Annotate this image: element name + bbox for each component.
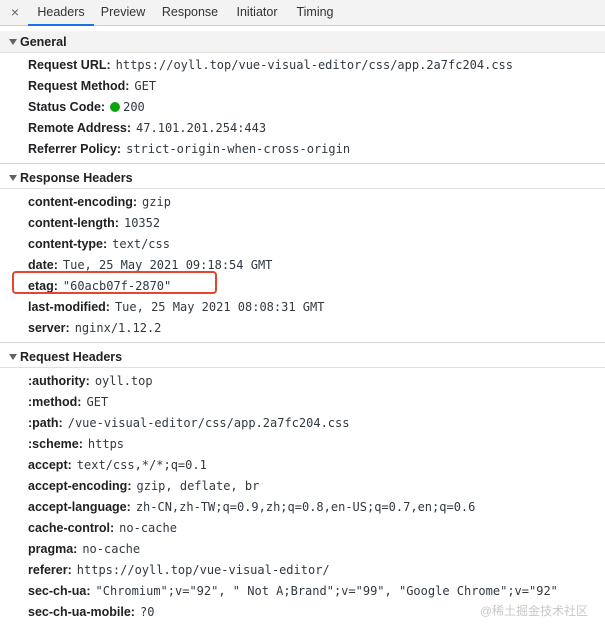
devtools-tab-bar: × Headers Preview Response Initiator Tim…: [0, 0, 605, 26]
response-header-row: content-encoding: gzip: [28, 193, 171, 211]
remote-address-row: Remote Address: 47.101.201.254:443: [28, 119, 266, 137]
header-value: Tue, 25 May 2021 08:08:31 GMT: [114, 300, 325, 314]
request-header-row: :authority: oyll.top: [28, 372, 153, 390]
header-key: :method:: [28, 395, 82, 409]
header-value: text/css,*/*;q=0.1: [76, 458, 207, 472]
header-value: nginx/1.12.2: [74, 321, 162, 335]
header-key: Referrer Policy:: [28, 142, 122, 156]
close-icon[interactable]: ×: [8, 3, 22, 21]
header-key: content-encoding:: [28, 195, 138, 209]
general-section-title: General: [20, 35, 67, 49]
request-header-row: :scheme: https: [28, 435, 124, 453]
header-value: GET: [134, 79, 157, 93]
header-value: ?0: [139, 605, 155, 619]
header-value: no-cache: [82, 542, 141, 556]
response-headers-section-header[interactable]: Response Headers: [0, 167, 605, 189]
collapse-triangle-icon: [9, 354, 17, 360]
header-value: gzip: [142, 195, 171, 209]
request-header-row: accept: text/css,*/*;q=0.1: [28, 456, 207, 474]
header-value: zh-CN,zh-TW;q=0.9,zh;q=0.8,en-US;q=0.7,e…: [135, 500, 476, 514]
header-key: :path:: [28, 416, 63, 430]
tab-initiator[interactable]: Initiator: [228, 0, 286, 25]
header-value: 10352: [123, 216, 161, 230]
response-headers-title: Response Headers: [20, 171, 133, 185]
request-header-row: :path: /vue-visual-editor/css/app.2a7fc20…: [28, 414, 349, 432]
watermark: @稀土掘金技术社区: [479, 604, 588, 618]
header-key: accept:: [28, 458, 72, 472]
header-value: "Chromium";v="92", " Not A;Brand";v="99"…: [95, 584, 558, 598]
request-header-row: sec-ch-ua-mobile: ?0: [28, 603, 154, 621]
request-header-row: referer: https://oyll.top/vue-visual-edit…: [28, 561, 330, 579]
header-value: gzip, deflate, br: [136, 479, 260, 493]
tab-timing[interactable]: Timing: [290, 0, 340, 25]
response-header-row: server: nginx/1.12.2: [28, 319, 161, 337]
response-header-row: content-type: text/css: [28, 235, 170, 253]
header-key: accept-language:: [28, 500, 131, 514]
tab-preview[interactable]: Preview: [94, 0, 152, 25]
request-header-row: cache-control: no-cache: [28, 519, 177, 537]
collapse-triangle-icon: [9, 175, 17, 181]
header-key: sec-ch-ua-mobile:: [28, 605, 135, 619]
header-key: content-type:: [28, 237, 108, 251]
header-key: :authority:: [28, 374, 90, 388]
header-key: date:: [28, 258, 58, 272]
header-value: text/css: [112, 237, 170, 251]
header-key: :scheme:: [28, 437, 83, 451]
header-value: https://oyll.top/vue-visual-editor/: [76, 563, 330, 577]
status-ok-icon: [110, 102, 121, 112]
header-key: Remote Address:: [28, 121, 132, 135]
general-section-header[interactable]: General: [0, 31, 605, 53]
header-value: /vue-visual-editor/css/app.2a7fc204.css: [67, 416, 350, 430]
header-key: Request Method:: [28, 79, 130, 93]
header-value: oyll.top: [94, 374, 153, 388]
header-value: strict-origin-when-cross-origin: [126, 142, 351, 156]
tab-headers[interactable]: Headers: [28, 0, 94, 26]
tab-response[interactable]: Response: [156, 0, 224, 25]
header-key: cache-control:: [28, 521, 115, 535]
section-divider: [0, 163, 605, 164]
header-key: accept-encoding:: [28, 479, 132, 493]
header-key: content-length:: [28, 216, 119, 230]
request-method-row: Request Method: GET: [28, 77, 156, 95]
header-value: Tue, 25 May 2021 09:18:54 GMT: [62, 258, 273, 272]
request-header-row: accept-language: zh-CN,zh-TW;q=0.9,zh;q=0…: [28, 498, 475, 516]
header-key: Status Code:: [28, 100, 106, 114]
header-value: no-cache: [119, 521, 177, 535]
header-value: GET: [86, 395, 109, 409]
request-headers-title: Request Headers: [20, 350, 123, 364]
referrer-policy-row: Referrer Policy: strict-origin-when-cross…: [28, 140, 350, 158]
section-divider: [0, 342, 605, 343]
request-header-row: accept-encoding: gzip, deflate, br: [28, 477, 259, 495]
request-url-row: Request URL: https://oyll.top/vue-visual-…: [28, 56, 513, 74]
request-header-row: :method: GET: [28, 393, 108, 411]
header-value: 47.101.201.254:443: [136, 121, 267, 135]
header-key: last-modified:: [28, 300, 110, 314]
response-header-row: content-length: 10352: [28, 214, 160, 232]
request-header-row: sec-ch-ua: "Chromium";v="92", " Not A;Bra…: [28, 582, 558, 600]
header-key: pragma:: [28, 542, 78, 556]
etag-highlight-box: [12, 271, 217, 294]
header-key: Request URL:: [28, 58, 111, 72]
header-value: https: [87, 437, 125, 451]
response-header-row: last-modified: Tue, 25 May 2021 08:08:31 …: [28, 298, 324, 316]
header-value: 200: [123, 100, 145, 114]
status-code-row: Status Code: 200: [28, 98, 145, 116]
request-header-row: pragma: no-cache: [28, 540, 140, 558]
header-key: referer:: [28, 563, 72, 577]
header-key: server:: [28, 321, 70, 335]
header-key: sec-ch-ua:: [28, 584, 91, 598]
header-value: https://oyll.top/vue-visual-editor/css/a…: [115, 58, 514, 72]
request-headers-section-header[interactable]: Request Headers: [0, 346, 605, 368]
collapse-triangle-icon: [9, 39, 17, 45]
